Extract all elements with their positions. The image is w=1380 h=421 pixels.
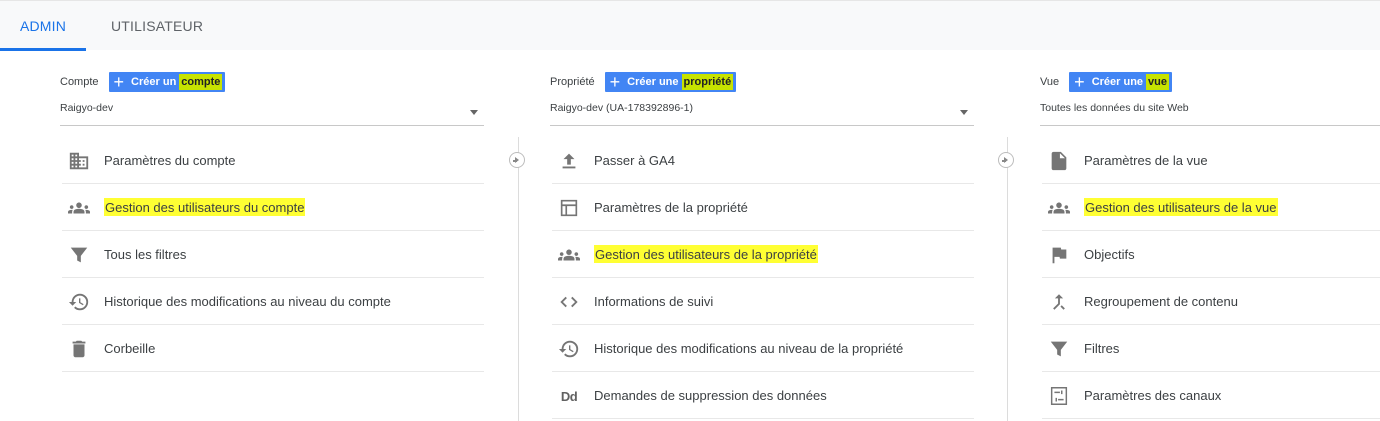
- property-label: Propriété: [550, 76, 595, 88]
- filter-icon: [68, 244, 90, 266]
- view-header: Vue + Créer une vue: [1040, 72, 1173, 92]
- property-column: Propriété + Créer une propriété Raigyo-d…: [550, 50, 974, 421]
- create-account-prefix: Créer un: [131, 76, 177, 88]
- menu-item-all-filters[interactable]: Tous les filtres: [62, 231, 484, 278]
- people-icon: [68, 197, 90, 219]
- menu-item-label: Tous les filtres: [104, 246, 187, 262]
- history-icon: [558, 338, 580, 360]
- column-divider: [518, 137, 519, 421]
- account-label: Compte: [60, 76, 99, 88]
- create-account-button[interactable]: + Créer un compte: [108, 72, 226, 92]
- menu-item-property-user-management[interactable]: Gestion des utilisateurs de la propriété: [552, 231, 974, 278]
- merge-icon: [1048, 291, 1070, 313]
- create-property-prefix: Créer une: [627, 76, 679, 88]
- highlighted-label: Gestion des utilisateurs de la propriété: [594, 245, 818, 263]
- arrow-right-icon: [998, 152, 1014, 168]
- menu-item-goals[interactable]: Objectifs: [1042, 231, 1380, 278]
- tab-user[interactable]: UTILISATEUR: [111, 1, 203, 51]
- plus-icon: +: [1074, 72, 1085, 92]
- channel-settings-icon: [1048, 385, 1070, 407]
- menu-item-account-change-history[interactable]: Historique des modifications au niveau d…: [62, 278, 484, 325]
- account-column: Compte + Créer un compte Raigyo-dev Para…: [60, 50, 484, 421]
- menu-item-channel-settings[interactable]: Paramètres des canaux: [1042, 372, 1380, 419]
- highlighted-label: Gestion des utilisateurs du compte: [104, 198, 306, 216]
- plus-icon: +: [609, 72, 621, 92]
- menu-item-label: Historique des modifications au niveau d…: [104, 293, 391, 309]
- people-icon: [558, 244, 580, 266]
- view-label: Vue: [1040, 76, 1060, 88]
- menu-item-label: Gestion des utilisateurs de la propriété: [594, 245, 818, 263]
- menu-item-content-grouping[interactable]: Regroupement de contenu: [1042, 278, 1380, 325]
- upload-icon: [558, 150, 580, 172]
- menu-item-label: Paramètres de la propriété: [594, 199, 748, 215]
- layout-icon: [558, 197, 580, 219]
- menu-item-property-settings[interactable]: Paramètres de la propriété: [552, 184, 974, 231]
- tab-admin[interactable]: ADMIN: [0, 1, 86, 51]
- menu-item-label: Informations de suivi: [594, 293, 714, 309]
- menu-item-label: Filtres: [1084, 340, 1120, 356]
- view-selector[interactable]: Toutes les données du site Web: [1040, 102, 1380, 126]
- trash-icon: [68, 338, 90, 360]
- code-icon: [558, 291, 580, 313]
- filter-icon: [1048, 338, 1070, 360]
- menu-item-account-user-management[interactable]: Gestion des utilisateurs du compte: [62, 184, 484, 231]
- property-selected: Raigyo-dev (UA-178392896-1): [550, 102, 693, 114]
- people-icon: [1048, 197, 1070, 219]
- highlighted-label: Gestion des utilisateurs de la vue: [1084, 198, 1278, 216]
- property-menu: Passer à GA4 Paramètres de la propriété …: [552, 137, 974, 419]
- menu-item-label: Passer à GA4: [594, 152, 675, 168]
- menu-item-label: Paramètres de la vue: [1084, 152, 1208, 168]
- account-selected: Raigyo-dev: [60, 102, 114, 114]
- document-icon: [1048, 150, 1070, 172]
- menu-item-label: Historique des modifications au niveau d…: [594, 340, 904, 356]
- menu-item-label: Paramètres des canaux: [1084, 387, 1222, 403]
- menu-item-view-settings[interactable]: Paramètres de la vue: [1042, 137, 1380, 184]
- create-property-highlight: propriété: [681, 74, 734, 90]
- account-header: Compte + Créer un compte: [60, 72, 226, 92]
- property-header: Propriété + Créer une propriété: [550, 72, 737, 92]
- menu-item-tracking-info[interactable]: Informations de suivi: [552, 278, 974, 325]
- menu-item-label: Gestion des utilisateurs du compte: [104, 198, 306, 216]
- menu-item-label: Paramètres du compte: [104, 152, 236, 168]
- view-selected: Toutes les données du site Web: [1040, 102, 1189, 114]
- dd-icon: Dd: [560, 388, 578, 404]
- property-selector[interactable]: Raigyo-dev (UA-178392896-1): [550, 102, 974, 126]
- menu-item-data-deletion-requests[interactable]: Dd Demandes de suppression des données: [552, 372, 974, 419]
- account-selector[interactable]: Raigyo-dev: [60, 102, 484, 126]
- tab-bar: ADMIN UTILISATEUR: [0, 0, 1380, 51]
- menu-item-label: Gestion des utilisateurs de la vue: [1084, 198, 1278, 216]
- create-view-button[interactable]: + Créer une vue: [1069, 72, 1173, 92]
- account-menu: Paramètres du compte Gestion des utilisa…: [62, 137, 484, 372]
- flag-icon: [1048, 244, 1070, 266]
- dropdown-caret-icon: [960, 110, 968, 115]
- building-icon: [68, 150, 90, 172]
- view-column: Vue + Créer une vue Toutes les données d…: [1040, 50, 1380, 421]
- create-property-button[interactable]: + Créer une propriété: [604, 72, 737, 92]
- create-view-prefix: Créer une: [1091, 76, 1144, 88]
- menu-item-view-user-management[interactable]: Gestion des utilisateurs de la vue: [1042, 184, 1380, 231]
- view-menu: Paramètres de la vue Gestion des utilisa…: [1042, 137, 1380, 419]
- create-account-highlight: compte: [179, 74, 223, 90]
- menu-item-label: Objectifs: [1084, 246, 1135, 262]
- menu-item-label: Corbeille: [104, 340, 156, 356]
- menu-item-label: Regroupement de contenu: [1084, 293, 1238, 309]
- menu-item-label: Demandes de suppression des données: [594, 387, 827, 403]
- menu-item-upgrade-ga4[interactable]: Passer à GA4: [552, 137, 974, 184]
- menu-item-property-change-history[interactable]: Historique des modifications au niveau d…: [552, 325, 974, 372]
- menu-item-account-settings[interactable]: Paramètres du compte: [62, 137, 484, 184]
- menu-item-filters[interactable]: Filtres: [1042, 325, 1380, 372]
- arrow-right-icon: [509, 152, 525, 168]
- plus-icon: +: [113, 72, 125, 92]
- history-icon: [68, 291, 90, 313]
- column-divider: [1007, 137, 1008, 421]
- menu-item-trash[interactable]: Corbeille: [62, 325, 484, 372]
- dropdown-caret-icon: [470, 110, 478, 115]
- create-view-highlight: vue: [1146, 74, 1170, 90]
